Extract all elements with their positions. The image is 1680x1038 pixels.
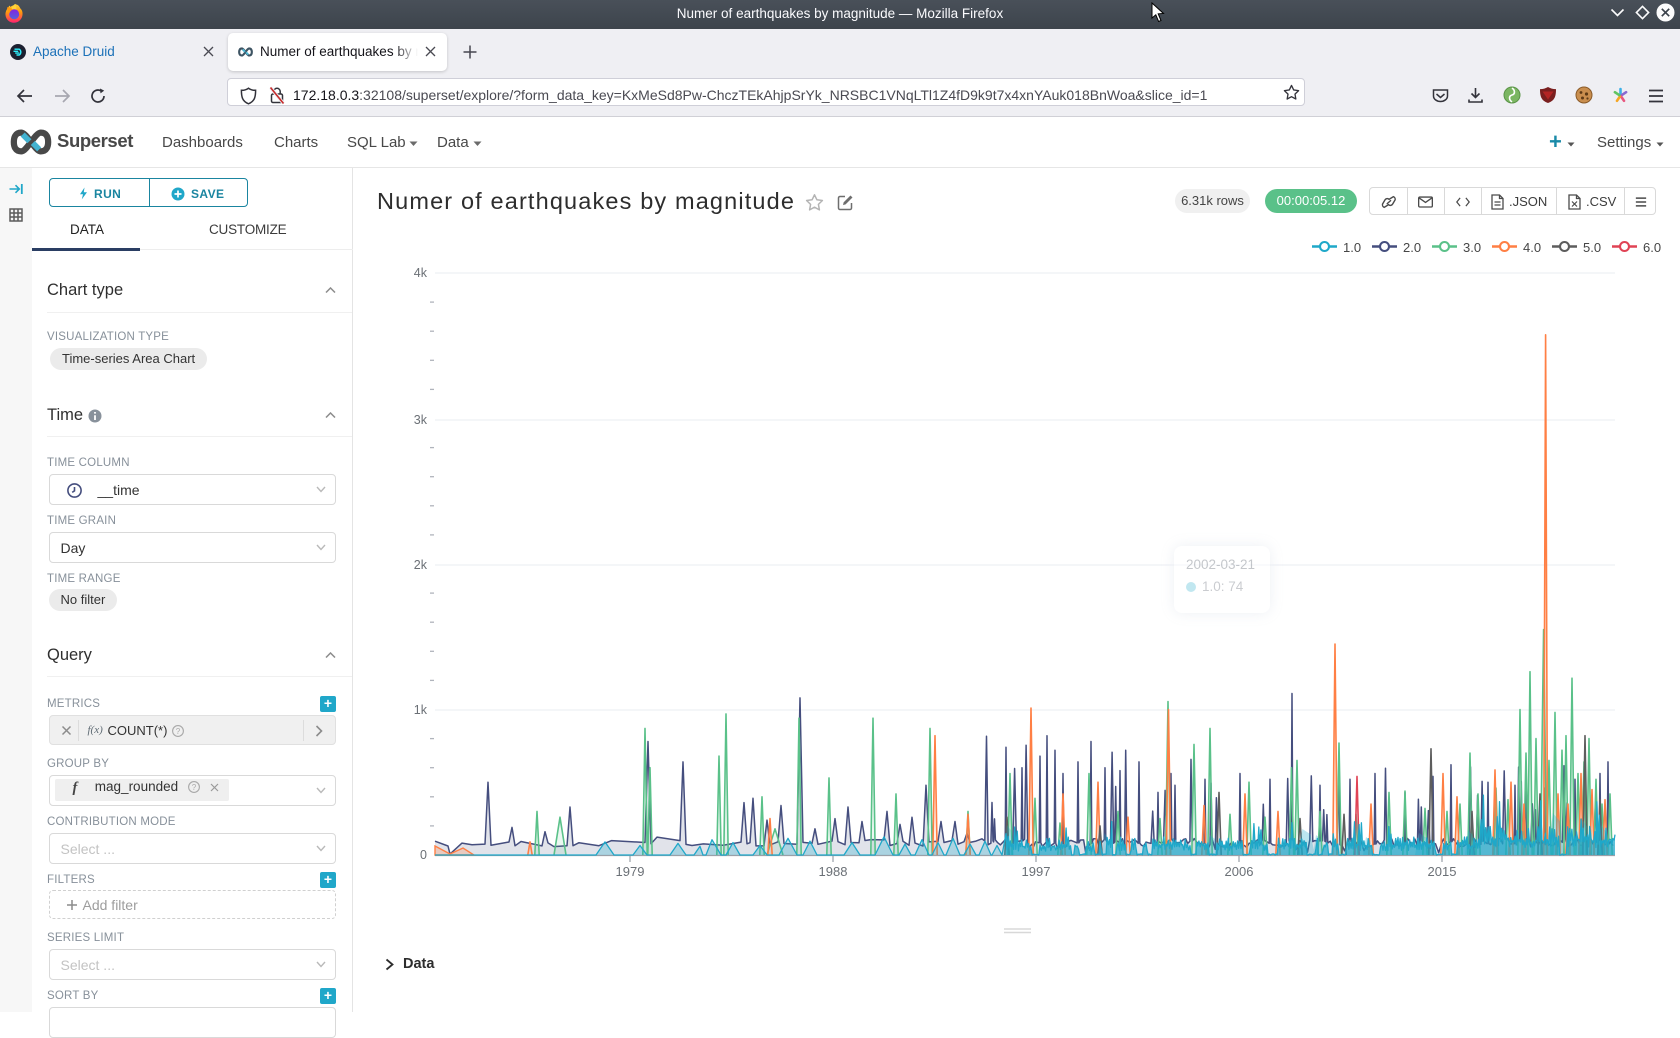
svg-text:1997: 1997 — [1022, 864, 1051, 879]
svg-text:2015: 2015 — [1428, 864, 1457, 879]
svg-text:0: 0 — [420, 848, 427, 862]
svg-text:3k: 3k — [414, 413, 428, 427]
svg-text:2006: 2006 — [1225, 864, 1254, 879]
svg-text:2k: 2k — [414, 558, 428, 572]
svg-text:?: ? — [175, 727, 180, 736]
svg-text:?: ? — [191, 783, 196, 792]
svg-text:1988: 1988 — [819, 864, 848, 879]
svg-text:4k: 4k — [414, 266, 428, 280]
svg-text:1k: 1k — [414, 703, 428, 717]
svg-text:1979: 1979 — [616, 864, 645, 879]
